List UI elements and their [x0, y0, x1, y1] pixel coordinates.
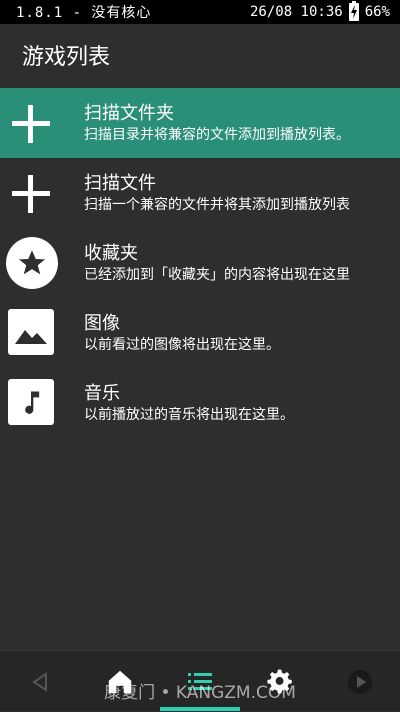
list-item-subtitle: 扫描目录并将兼容的文件添加到播放列表。	[84, 127, 350, 143]
plus-icon	[12, 105, 50, 143]
image-icon	[8, 309, 54, 355]
status-app-info: 1.8.1 - 没有核心	[16, 5, 152, 21]
list-item-title: 收藏夹	[84, 243, 138, 264]
list-item-music[interactable]: 音乐 以前播放过的音乐将出现在这里。	[0, 368, 400, 438]
plus-icon	[12, 175, 50, 213]
list-item-scan-file[interactable]: 扫描文件 扫描一个兼容的文件并将其添加到播放列表	[0, 158, 400, 228]
playlist-list: 扫描文件夹 扫描目录并将兼容的文件添加到播放列表。 扫描文件 扫描一个兼容的文件…	[0, 88, 400, 438]
list-item-subtitle: 扫描一个兼容的文件并将其添加到播放列表	[84, 197, 350, 213]
watermark: 康复门 • KANGZM.COM	[104, 683, 296, 703]
nav-selected-indicator	[160, 707, 240, 711]
star-icon	[6, 237, 58, 289]
list-item-images[interactable]: 图像 以前看过的图像将出现在这里。	[0, 298, 400, 368]
list-item-favorites[interactable]: 收藏夹 已经添加到「收藏夹」的内容将出现在这里	[0, 228, 400, 298]
status-datetime: 26/08 10:36	[249, 4, 343, 20]
list-item-subtitle: 已经添加到「收藏夹」的内容将出现在这里	[84, 267, 350, 283]
app-bar: 游戏列表	[0, 24, 400, 86]
list-item-subtitle: 以前播放过的音乐将出现在这里。	[84, 407, 294, 423]
status-bar: 1.8.1 - 没有核心 26/08 10:36 66%	[0, 0, 400, 24]
battery-charging-icon	[348, 1, 359, 21]
list-item-title: 图像	[84, 313, 120, 334]
list-item-scan-folder[interactable]: 扫描文件夹 扫描目录并将兼容的文件添加到播放列表。	[0, 88, 400, 158]
list-item-title: 扫描文件夹	[84, 103, 174, 124]
list-item-title: 扫描文件	[84, 173, 156, 194]
music-note-icon	[8, 379, 54, 425]
status-battery-percent: 66%	[364, 4, 390, 20]
status-right: 26/08 10:36 66%	[249, 1, 390, 21]
list-item-subtitle: 以前看过的图像将出现在这里。	[84, 337, 280, 353]
list-item-title: 音乐	[84, 383, 120, 404]
page-title: 游戏列表	[22, 45, 111, 70]
